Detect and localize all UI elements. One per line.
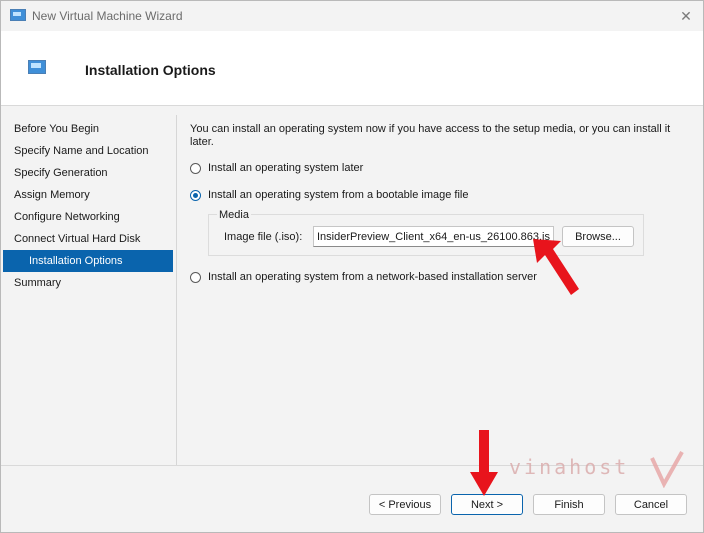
hyperv-vm-icon <box>28 60 46 74</box>
option-install-network-label: Install an operating system from a netwo… <box>208 271 537 283</box>
sidebar-item-specify-name-and-location[interactable]: Specify Name and Location <box>3 140 173 162</box>
hyperv-vm-icon <box>10 9 26 21</box>
previous-button[interactable]: < Previous <box>369 494 441 515</box>
option-install-later-label: Install an operating system later <box>208 162 364 174</box>
image-file-label: Image file (.iso): <box>224 231 303 243</box>
main-content: You can install an operating system now … <box>190 123 690 149</box>
radio-install-bootable-image[interactable] <box>190 189 201 201</box>
sidebar-item-specify-generation[interactable]: Specify Generation <box>3 162 173 184</box>
page-title: Installation Options <box>85 62 216 78</box>
sidebar-item-summary[interactable]: Summary <box>3 272 173 294</box>
wizard-steps-sidebar: Before You Begin Specify Name and Locati… <box>3 118 173 294</box>
annotation-arrow-iso <box>533 239 579 295</box>
close-icon[interactable]: ✕ <box>677 7 695 25</box>
title-bar: New Virtual Machine Wizard ✕ <box>1 1 703 31</box>
radio-install-network[interactable] <box>190 271 201 283</box>
option-install-network[interactable]: Install an operating system from a netwo… <box>190 271 537 283</box>
sidebar-item-assign-memory[interactable]: Assign Memory <box>3 184 173 206</box>
watermark-text: vinahost <box>509 455 630 479</box>
option-install-bootable-image[interactable]: Install an operating system from a boota… <box>190 189 468 201</box>
wizard-window: New Virtual Machine Wizard ✕ Installatio… <box>0 0 704 533</box>
wizard-header: Installation Options <box>1 31 703 106</box>
image-file-input[interactable] <box>313 226 554 247</box>
sidebar-item-configure-networking[interactable]: Configure Networking <box>3 206 173 228</box>
sidebar-divider <box>176 115 177 465</box>
option-install-bootable-image-label: Install an operating system from a boota… <box>208 189 469 201</box>
option-install-later[interactable]: Install an operating system later <box>190 162 363 174</box>
finish-button[interactable]: Finish <box>533 494 605 515</box>
media-group-legend: Media <box>217 209 251 221</box>
sidebar-item-installation-options[interactable]: Installation Options <box>3 250 173 272</box>
intro-text: You can install an operating system now … <box>190 123 671 148</box>
annotation-arrow-next <box>470 430 498 496</box>
cancel-button[interactable]: Cancel <box>615 494 687 515</box>
sidebar-item-before-you-begin[interactable]: Before You Begin <box>3 118 173 140</box>
radio-install-later[interactable] <box>190 162 201 174</box>
window-title: New Virtual Machine Wizard <box>32 9 183 23</box>
watermark-v-logo <box>650 451 684 488</box>
sidebar-item-connect-virtual-hard-disk[interactable]: Connect Virtual Hard Disk <box>3 228 173 250</box>
